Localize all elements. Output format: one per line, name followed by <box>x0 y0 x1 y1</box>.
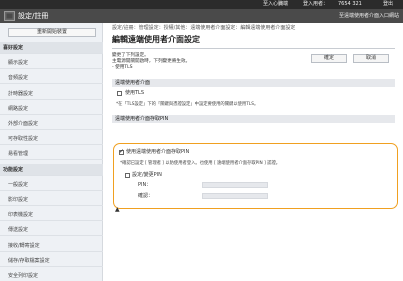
intro-text: 變更了下列設定。 主電源開關開啟時，下列變更將生效。 - 使用TLS <box>112 53 190 71</box>
sidebar-item[interactable]: 易看管理 <box>0 148 103 161</box>
pin-label: PIN： <box>138 182 152 188</box>
sidebar-item[interactable]: 傳送設定 <box>0 224 103 237</box>
portal-link[interactable]: 至遠端使用者介面入口網站 <box>339 13 399 19</box>
title-divider <box>112 48 395 49</box>
section-access-pin-heading: 遠端使用者介面存取PIN <box>112 115 395 123</box>
confirm-pin-input[interactable] <box>202 193 268 199</box>
sidebar-section-heading: 功能設定 <box>0 163 103 176</box>
use-tls-label: 使用TLS <box>125 90 145 96</box>
logged-in-user-label: 登入用者： <box>303 1 329 7</box>
portal-top-link[interactable]: 至入心臓端 <box>263 1 288 8</box>
sidebar-section-heading: 喜好設定 <box>0 42 103 54</box>
sidebar-item[interactable]: 可存取性設定 <box>0 133 103 146</box>
confirm-pin-label: 確認： <box>138 193 154 199</box>
app-header: 設定/註冊 至遠端使用者介面入口網站 <box>0 9 403 23</box>
access-pin-note: *確認已設定 [ 管理者 ] 以防使用者登入。也使用 [ 遠端使用者介面存取PI… <box>120 161 281 166</box>
cancel-button[interactable]: 取消 <box>353 54 389 63</box>
page-title: 編輯遠端使用者介面設定 <box>112 35 200 44</box>
sidebar-item[interactable]: 音頻設定 <box>0 72 103 85</box>
sidebar-item[interactable]: 顯示設定 <box>0 57 103 70</box>
sidebar-item[interactable]: 外部介面設定 <box>0 118 103 130</box>
sidebar-item[interactable]: 網路設定 <box>0 103 103 115</box>
ok-button[interactable]: 確定 <box>311 54 347 63</box>
sidebar: 重新開始裝置 喜好設定顯示設定音頻設定計時器設定網路設定外部介面設定 可存取性設定… <box>0 23 103 281</box>
sidebar-item[interactable]: 印表機設定 <box>0 209 103 222</box>
sidebar-item[interactable]: 安全列印設定 <box>0 270 103 281</box>
app-title: 設定/註冊 <box>18 12 49 20</box>
canon-logo-icon <box>4 11 15 21</box>
sidebar-item[interactable]: 儲存/存取檔案設定 <box>0 255 103 267</box>
use-access-pin-checkbox[interactable] <box>119 148 124 155</box>
section-remote-ui-heading: 遠端使用者介面 <box>112 79 395 87</box>
sidebar-item[interactable]: 計時器設定 <box>0 88 103 100</box>
top-bar: 至入心臓端 登入用者： 7654 321 登出 <box>0 0 403 9</box>
set-change-pin-label: 設定/變更PIN <box>132 172 162 178</box>
main-content: 設定/註冊：管理設定：授權/其他：遠端使用者介面設定：編輯遠端使用者介面設定 編… <box>104 23 403 281</box>
set-change-pin-checkbox[interactable] <box>125 173 130 178</box>
breadcrumb[interactable]: 設定/註冊：管理設定：授權/其他：遠端使用者介面設定：編輯遠端使用者介面設定 <box>112 25 295 32</box>
up-arrow-icon[interactable]: ▲ <box>115 206 122 213</box>
pin-input[interactable] <box>202 182 268 188</box>
sidebar-item[interactable]: 影印設定 <box>0 194 103 206</box>
tls-note: *在「TLS設定」下的「關鍵與憑證設定」中設定要使用的關鍵以使用TLS。 <box>116 102 259 107</box>
sidebar-item[interactable]: 接收/轉寄設定 <box>0 240 103 252</box>
logout-link[interactable]: 登出 <box>383 1 393 8</box>
use-tls-checkbox[interactable] <box>117 91 122 96</box>
intro-line: - 使用TLS <box>112 65 133 70</box>
use-access-pin-label: 使用遠端使用者介面存取PIN <box>126 149 190 155</box>
sidebar-item[interactable]: 一般設定 <box>0 179 103 191</box>
restart-device-button[interactable]: 重新開始裝置 <box>8 28 96 37</box>
logged-in-user-id: 7654 321 <box>338 1 362 7</box>
